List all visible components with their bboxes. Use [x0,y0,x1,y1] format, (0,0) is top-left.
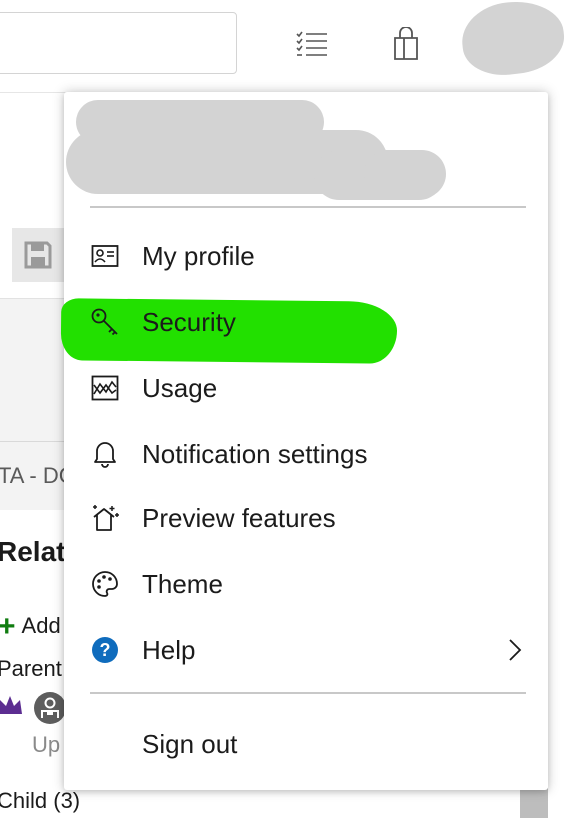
crown-icon [0,694,24,721]
menu-item-label: Help [142,634,196,665]
palette-icon [90,569,120,599]
menu-item-label: Preview features [142,502,336,533]
parent-label: Parent [0,656,62,681]
save-button[interactable] [12,228,64,282]
avatar[interactable] [458,0,566,80]
bell-icon [90,439,120,469]
menu-item-preview-features[interactable]: Preview features [64,488,548,548]
svg-text:?: ? [100,640,111,660]
sparkle-house-icon [90,503,120,533]
search-input[interactable] [0,12,237,74]
account-menu: My profile Security Usage Notification s… [60,92,548,790]
menu-item-usage[interactable]: Usage [64,358,548,418]
menu-item-label: My profile [142,240,255,271]
menu-divider [90,206,526,208]
menu-item-security[interactable]: Security [64,292,548,352]
sign-out-label: Sign out [142,728,238,759]
add-related-button[interactable]: + Add [0,610,61,644]
menu-divider [90,692,526,694]
menu-item-notification-settings[interactable]: Notification settings [64,424,548,484]
menu-item-label: Theme [142,568,223,599]
related-title: Relat [0,536,66,567]
help-icon: ? [90,635,120,665]
add-label: Add [21,613,61,638]
menu-item-label: Security [142,306,236,337]
up-label: Up [32,732,61,757]
account-name-redaction [364,150,446,198]
usage-chart-icon [90,373,120,403]
menu-item-theme[interactable]: Theme [64,554,548,614]
person-icon [34,692,66,724]
profile-card-icon [90,241,120,271]
shopping-bag-icon[interactable] [388,26,424,62]
save-icon [24,241,52,269]
child-label: Child (3) [0,788,81,813]
scrollbar-thumb[interactable] [520,788,548,818]
menu-item-label: Notification settings [142,438,368,469]
task-list-icon[interactable] [294,26,330,62]
plus-icon: + [0,610,16,643]
sign-out-button[interactable]: Sign out [64,714,548,774]
top-bar [0,0,566,92]
menu-item-help[interactable]: ? Help [64,620,548,680]
chevron-right-icon [508,638,522,667]
key-icon [90,307,120,337]
menu-item-my-profile[interactable]: My profile [64,226,548,286]
menu-item-label: Usage [142,372,218,403]
